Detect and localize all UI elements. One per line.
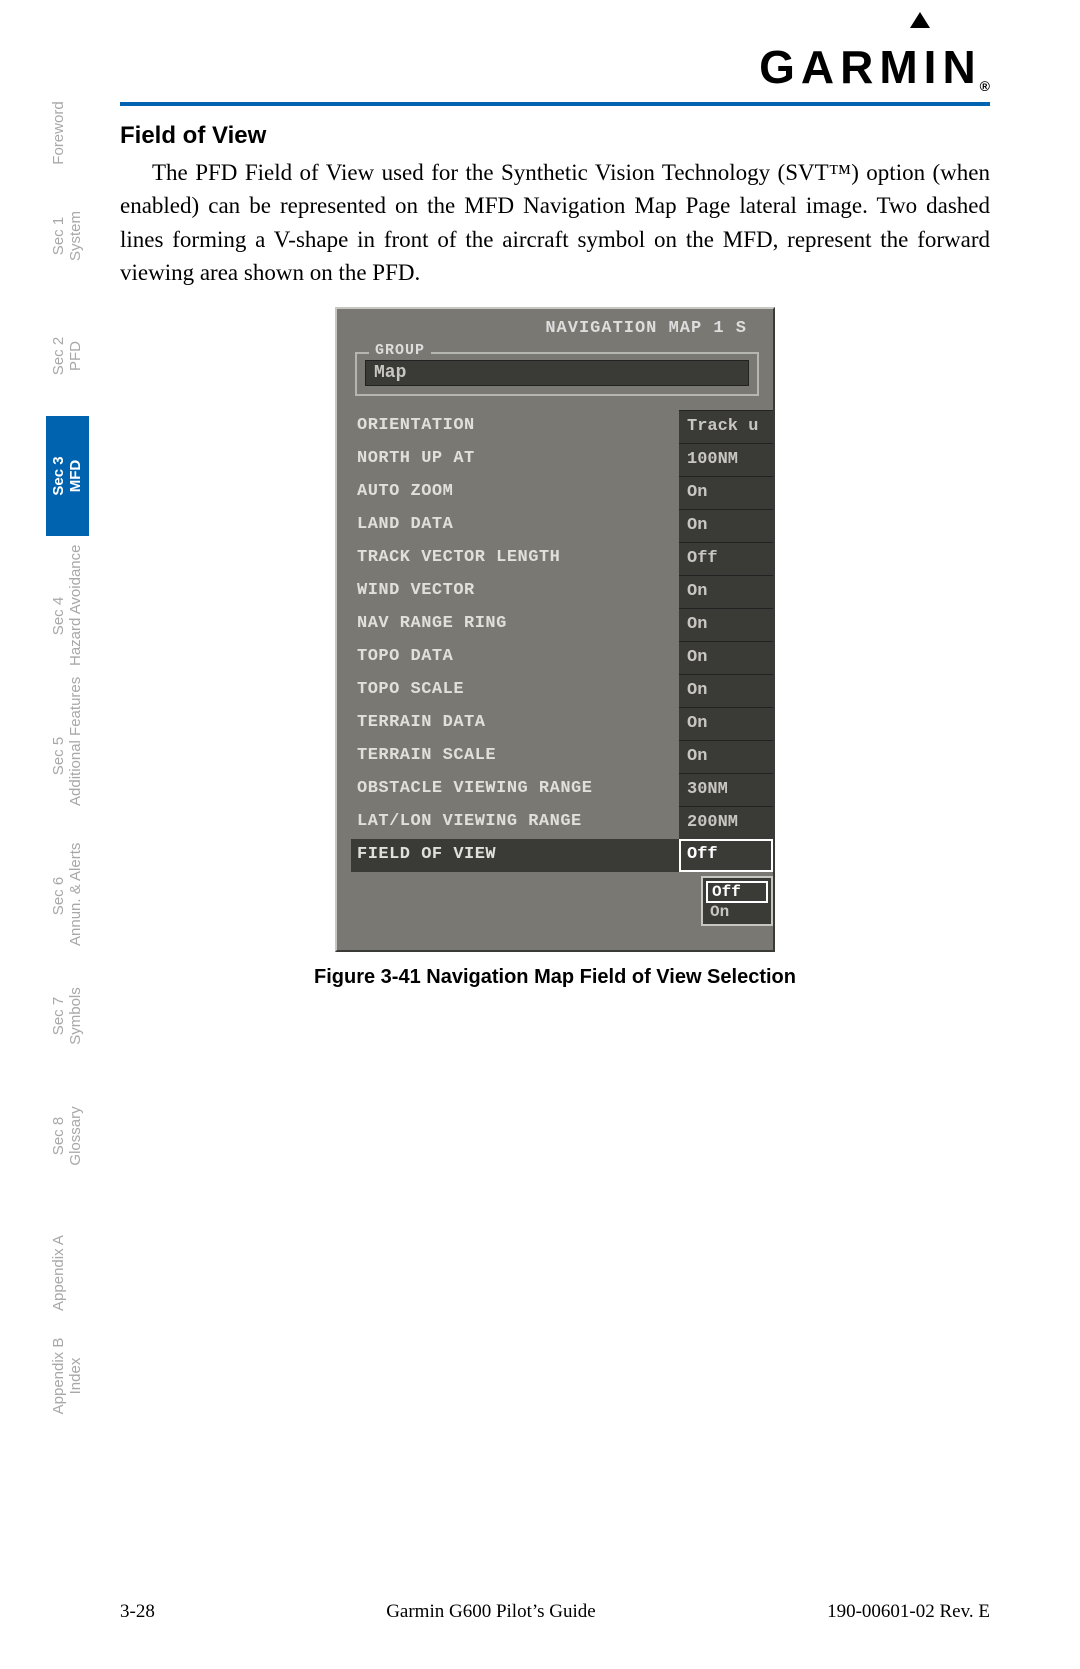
side-tab[interactable]: Sec 5Additional Features — [46, 696, 89, 816]
setting-label: TERRAIN DATA — [351, 707, 679, 740]
setting-value[interactable]: 200NM — [679, 806, 773, 839]
setting-row[interactable]: TRACK VECTOR LENGTHOff — [351, 542, 773, 575]
header-rule — [120, 102, 990, 106]
device-title: NAVIGATION MAP 1 S — [351, 319, 773, 338]
setting-label: WIND VECTOR — [351, 575, 679, 608]
setting-row[interactable]: WIND VECTOROn — [351, 575, 773, 608]
side-tab[interactable]: Sec 2PFD — [46, 296, 89, 416]
setting-label: TRACK VECTOR LENGTH — [351, 542, 679, 575]
setting-label: TOPO DATA — [351, 641, 679, 674]
setting-row[interactable]: NORTH UP AT100NM — [351, 443, 773, 476]
section-heading: Field of View — [120, 122, 990, 150]
logo-text: GARMIN — [759, 41, 982, 93]
setting-value[interactable]: On — [679, 476, 773, 509]
setting-row[interactable]: TOPO DATAOn — [351, 641, 773, 674]
setting-value[interactable]: Off — [679, 839, 773, 872]
side-tab[interactable]: Sec 6Annun. & Alerts — [46, 836, 89, 956]
dropdown-option-off[interactable]: Off — [706, 881, 768, 903]
setting-label: AUTO ZOOM — [351, 476, 679, 509]
setting-label: ORIENTATION — [351, 410, 679, 443]
footer-title: Garmin G600 Pilot’s Guide — [386, 1601, 596, 1623]
setting-label: LAND DATA — [351, 509, 679, 542]
setting-value[interactable]: On — [679, 575, 773, 608]
setting-label: TERRAIN SCALE — [351, 740, 679, 773]
setting-value[interactable]: On — [679, 608, 773, 641]
footer: 3-28 Garmin G600 Pilot’s Guide 190-00601… — [120, 1601, 990, 1623]
logo-row: GARMIN® — [120, 40, 990, 94]
setting-label: FIELD OF VIEW — [351, 839, 679, 872]
dropdown-box[interactable]: Off On — [701, 876, 773, 926]
setting-row[interactable]: LAT/LON VIEWING RANGE200NM — [351, 806, 773, 839]
setting-value[interactable]: On — [679, 509, 773, 542]
settings-list: ORIENTATIONTrack uNORTH UP AT100NMAUTO Z… — [351, 410, 773, 872]
setting-value[interactable]: On — [679, 740, 773, 773]
group-box: GROUP Map — [355, 352, 759, 396]
footer-page: 3-28 — [120, 1601, 155, 1623]
setting-row[interactable]: TERRAIN DATAOn — [351, 707, 773, 740]
setting-label: TOPO SCALE — [351, 674, 679, 707]
dropdown-option-on[interactable]: On — [706, 903, 768, 921]
setting-row[interactable]: FIELD OF VIEWOff — [351, 839, 773, 872]
setting-label: NAV RANGE RING — [351, 608, 679, 641]
setting-value[interactable]: 30NM — [679, 773, 773, 806]
setting-value[interactable]: Off — [679, 542, 773, 575]
figure-caption: Figure 3-41 Navigation Map Field of View… — [120, 966, 990, 989]
setting-value[interactable]: On — [679, 674, 773, 707]
setting-label: LAT/LON VIEWING RANGE — [351, 806, 679, 839]
side-tab[interactable]: Sec 1System — [46, 176, 89, 296]
setting-row[interactable]: AUTO ZOOMOn — [351, 476, 773, 509]
group-label: GROUP — [369, 342, 431, 359]
setting-value[interactable]: 100NM — [679, 443, 773, 476]
dropdown: Off On — [351, 876, 773, 926]
side-tab[interactable]: Appendix A — [46, 1213, 71, 1333]
side-tab[interactable]: Appendix BIndex — [46, 1316, 89, 1436]
figure-wrap: NAVIGATION MAP 1 S GROUP Map ORIENTATION… — [120, 307, 990, 989]
body-paragraph: The PFD Field of View used for the Synth… — [120, 156, 990, 289]
device-bottom-clip — [351, 932, 773, 944]
setting-value[interactable]: On — [679, 641, 773, 674]
setting-row[interactable]: LAND DATAOn — [351, 509, 773, 542]
setting-value[interactable]: Track u — [679, 410, 773, 443]
footer-doc: 190-00601-02 Rev. E — [827, 1601, 990, 1623]
setting-value[interactable]: On — [679, 707, 773, 740]
group-value[interactable]: Map — [365, 360, 749, 386]
setting-row[interactable]: TOPO SCALEOn — [351, 674, 773, 707]
side-tab[interactable]: Sec 8Glossary — [46, 1076, 89, 1196]
side-tab[interactable]: Sec 4Hazard Avoidance — [46, 556, 89, 676]
setting-label: NORTH UP AT — [351, 443, 679, 476]
side-tab[interactable]: Sec 7Symbols — [46, 956, 89, 1076]
setting-row[interactable]: OBSTACLE VIEWING RANGE30NM — [351, 773, 773, 806]
device-screenshot: NAVIGATION MAP 1 S GROUP Map ORIENTATION… — [335, 307, 775, 952]
garmin-logo: GARMIN® — [759, 40, 990, 94]
setting-label: OBSTACLE VIEWING RANGE — [351, 773, 679, 806]
setting-row[interactable]: NAV RANGE RINGOn — [351, 608, 773, 641]
side-tab[interactable]: Sec 3MFD — [46, 416, 89, 536]
side-tab[interactable]: Foreword — [46, 73, 71, 193]
logo-triangle-icon — [910, 12, 930, 28]
logo-registered: ® — [980, 78, 990, 94]
setting-row[interactable]: ORIENTATIONTrack u — [351, 410, 773, 443]
setting-row[interactable]: TERRAIN SCALEOn — [351, 740, 773, 773]
